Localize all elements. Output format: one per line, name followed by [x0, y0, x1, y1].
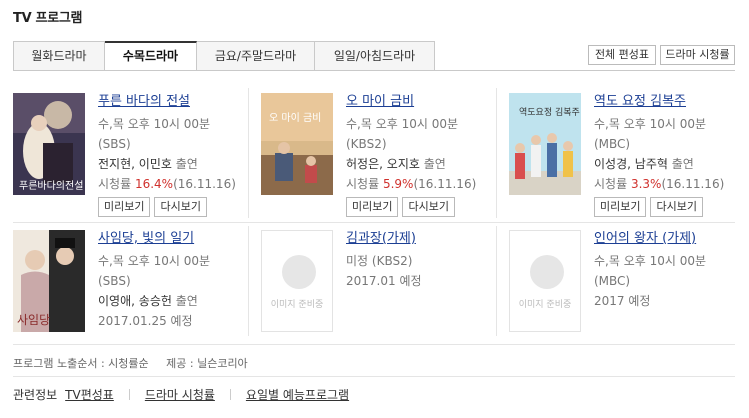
- broadcast-time: 수,목 오후 10시 00분: [98, 117, 211, 131]
- cast-name[interactable]: 이민호: [139, 157, 172, 171]
- broadcast-time: 수,목 오후 10시 00분: [594, 254, 707, 268]
- replay-button[interactable]: 다시보기: [402, 197, 455, 217]
- full-schedule-button[interactable]: 전체 편성표: [588, 45, 656, 65]
- divider: [248, 88, 249, 218]
- program-card: 오 마이 금비 오 마이 금비 수,목 오후 10시 00분 (KBS2) 허정…: [261, 93, 496, 218]
- divider: [496, 88, 497, 218]
- svg-text:오 마이 금비: 오 마이 금비: [269, 112, 321, 124]
- program-card: 역도요정 김복주 역도 요정 김복주 수,목 오후 10시 00분 (MBC) …: [509, 93, 735, 218]
- no-image-label: 이미지 준비중: [518, 300, 572, 310]
- preview-button[interactable]: 미리보기: [594, 197, 647, 217]
- tab-mon-tue[interactable]: 월화드라마: [13, 41, 105, 71]
- page-title: TV 프로그램: [13, 11, 83, 26]
- tab-fri-weekend[interactable]: 금요/주말드라마: [197, 41, 315, 71]
- order-label: 프로그램 노출순서 : 시청률순: [13, 357, 149, 370]
- channel: (SBS): [98, 274, 131, 288]
- channel: (MBC): [594, 137, 631, 151]
- tv-schedule-link[interactable]: TV편성표: [65, 386, 114, 403]
- link-separator: [229, 389, 231, 400]
- ratings-footnote: 프로그램 노출순서 : 시청률순 제공 : 닐슨코리아: [13, 355, 248, 371]
- tab-daily-morning[interactable]: 일일/아침드라마: [315, 41, 435, 71]
- broadcast-time: 수,목 오후 10시 00분: [346, 117, 459, 131]
- air-date: 2017.01.25 예정: [98, 314, 193, 328]
- poster-image[interactable]: 오 마이 금비: [261, 93, 333, 195]
- related-links: 관련정보 TV편성표 드라마 시청률 요일별 예능프로그램: [13, 386, 349, 403]
- rating-date: (16.11.16): [413, 177, 477, 191]
- program-card: 이미지 준비중 김과장(가제) 미정 (KBS2) 2017.01 예정: [261, 230, 496, 335]
- no-image-label: 이미지 준비중: [270, 300, 324, 310]
- replay-button[interactable]: 다시보기: [154, 197, 207, 217]
- rating-date: (16.11.16): [173, 177, 236, 191]
- tab-wed-thu[interactable]: 수목드라마: [105, 41, 197, 71]
- ratings-label: 시청률: [346, 177, 380, 191]
- cast-separator: ,: [379, 157, 383, 171]
- section-divider: [13, 344, 735, 345]
- drama-ratings-link[interactable]: 드라마 시청률: [145, 386, 215, 403]
- svg-text:사임당: 사임당: [17, 313, 50, 327]
- poster-image[interactable]: 역도요정 김복주: [509, 93, 581, 195]
- program-card: 푸른바다의전설 푸른 바다의 전설 수,목 오후 10시 00분 (SBS) 전…: [13, 93, 248, 218]
- program-card: 사임당 사임당, 빛의 일기 수,목 오후 10시 00분 (SBS) 이영애,…: [13, 230, 248, 335]
- ratings-label: 시청률: [98, 177, 132, 191]
- cast-name[interactable]: 오지호: [387, 157, 420, 171]
- appear-label: 출연: [671, 157, 694, 171]
- cast-name[interactable]: 남주혁: [635, 157, 668, 171]
- cast-name[interactable]: 전지현: [98, 157, 131, 171]
- rating-value: 16.4%: [134, 177, 174, 191]
- image-icon: [282, 255, 316, 289]
- channel: 미정 (KBS2): [346, 254, 413, 268]
- variety-programs-link[interactable]: 요일별 예능프로그램: [246, 386, 349, 403]
- cast-name[interactable]: 허정은: [346, 157, 379, 171]
- cast-name[interactable]: 이성경: [594, 157, 627, 171]
- no-image-placeholder: 이미지 준비중: [509, 230, 581, 332]
- preview-button[interactable]: 미리보기: [98, 197, 151, 217]
- program-title-link[interactable]: 오 마이 금비: [346, 93, 496, 114]
- cast-name[interactable]: 송승헌: [139, 294, 172, 308]
- broadcast-time: 수,목 오후 10시 00분: [98, 254, 211, 268]
- drama-ratings-button[interactable]: 드라마 시청률: [660, 45, 735, 65]
- cast-separator: ,: [131, 294, 135, 308]
- program-title-link[interactable]: 푸른 바다의 전설: [98, 93, 248, 114]
- program-title-link[interactable]: 사임당, 빛의 일기: [98, 230, 248, 251]
- cast-name[interactable]: 이영애: [98, 294, 131, 308]
- replay-button[interactable]: 다시보기: [650, 197, 703, 217]
- image-icon: [530, 255, 564, 289]
- preview-button[interactable]: 미리보기: [346, 197, 399, 217]
- section-divider: [13, 376, 735, 377]
- divider: [496, 226, 497, 336]
- channel: (KBS2): [346, 137, 387, 151]
- appear-label: 출연: [175, 294, 198, 308]
- tab-divider: [13, 70, 735, 71]
- channel: (MBC): [594, 274, 631, 288]
- no-image-placeholder: 이미지 준비중: [261, 230, 333, 332]
- row-divider: [13, 222, 735, 223]
- broadcast-time: 수,목 오후 10시 00분: [594, 117, 707, 131]
- appear-label: 출연: [423, 157, 446, 171]
- svg-text:푸른바다의전설: 푸른바다의전설: [19, 180, 83, 192]
- program-title-link[interactable]: 역도 요정 김복주: [594, 93, 744, 114]
- cast-separator: ,: [627, 157, 631, 171]
- rating-value: 5.9%: [382, 177, 414, 191]
- channel: (SBS): [98, 137, 131, 151]
- related-label: 관련정보: [13, 388, 58, 402]
- cast-separator: ,: [131, 157, 135, 171]
- ratings-label: 시청률: [594, 177, 628, 191]
- appear-label: 출연: [175, 157, 198, 171]
- drama-tabs: 월화드라마 수목드라마 금요/주말드라마 일일/아침드라마: [13, 41, 435, 71]
- svg-text:역도요정 김복주: 역도요정 김복주: [519, 106, 580, 118]
- air-date: 2017 예정: [594, 294, 651, 308]
- poster-image[interactable]: 푸른바다의전설: [13, 93, 85, 195]
- program-card: 이미지 준비중 인어의 왕자 (가제) 수,목 오후 10시 00분 (MBC)…: [509, 230, 735, 335]
- link-separator: [128, 389, 130, 400]
- program-title-link[interactable]: 인어의 왕자 (가제): [594, 230, 744, 251]
- air-date: 2017.01 예정: [346, 274, 422, 288]
- rating-value: 3.3%: [630, 177, 662, 191]
- provider-label: 제공 : 닐슨코리아: [166, 357, 248, 370]
- rating-date: (16.11.16): [661, 177, 725, 191]
- program-title-link[interactable]: 김과장(가제): [346, 230, 496, 251]
- divider: [248, 226, 249, 336]
- poster-image[interactable]: 사임당: [13, 230, 85, 332]
